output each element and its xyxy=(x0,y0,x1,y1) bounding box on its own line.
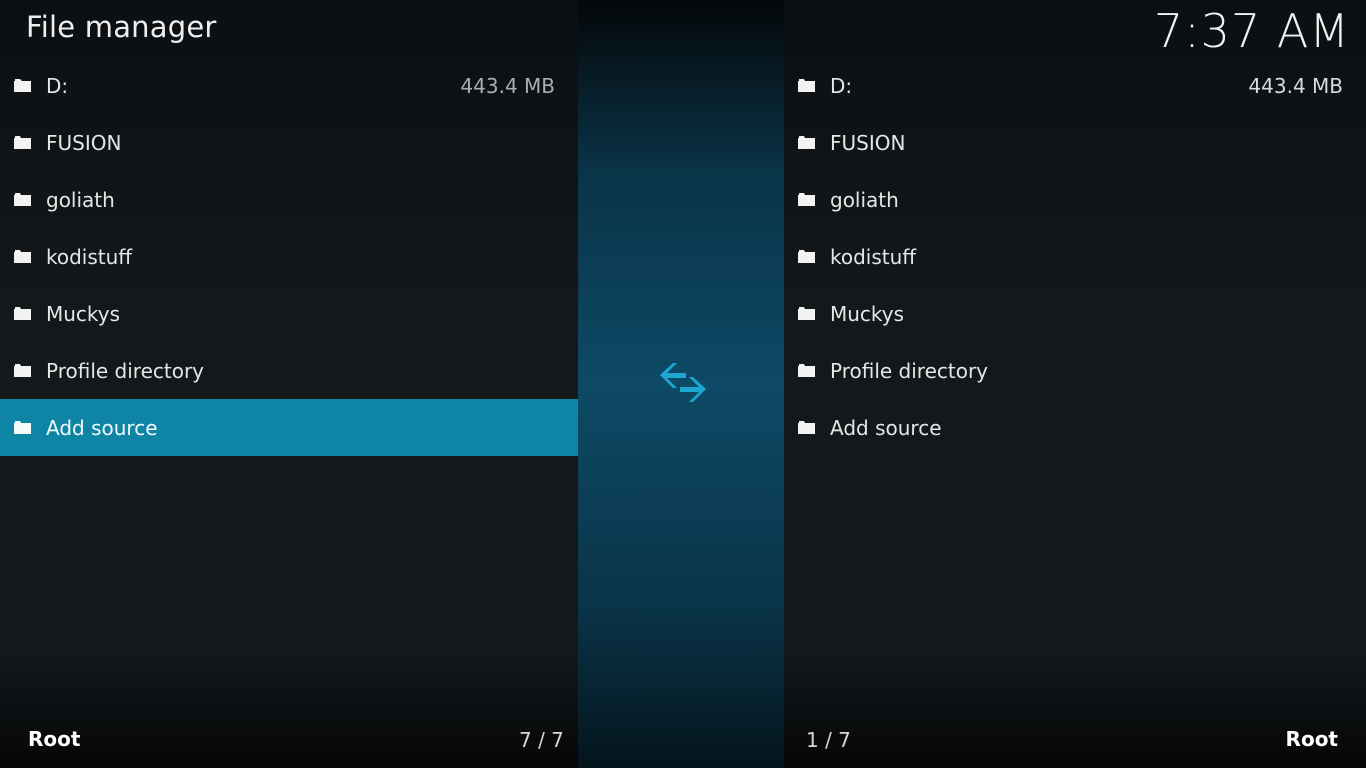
left-current-path: Root xyxy=(28,727,81,751)
right-list-item-muckys[interactable]: Muckys xyxy=(784,285,1366,342)
item-name: Add source xyxy=(46,415,158,440)
left-list-item-kodistuff[interactable]: kodistuff xyxy=(0,228,578,285)
clock: 7:37 AM xyxy=(1153,4,1350,58)
item-name: FUSION xyxy=(830,130,906,155)
right-current-path: Root xyxy=(1285,727,1338,751)
folder-icon xyxy=(798,307,815,320)
folder-icon xyxy=(798,193,815,206)
right-list-item-d[interactable]: D: 443.4 MB xyxy=(784,57,1366,114)
left-list-item-profile-directory[interactable]: Profile directory xyxy=(0,342,578,399)
folder-icon xyxy=(798,421,815,434)
folder-icon xyxy=(798,250,815,263)
item-name: FUSION xyxy=(46,130,122,155)
folder-icon xyxy=(14,193,31,206)
item-name: Muckys xyxy=(46,301,121,326)
item-name: Profile directory xyxy=(830,358,989,383)
left-list-item-muckys[interactable]: Muckys xyxy=(0,285,578,342)
item-name: D: xyxy=(46,73,69,98)
item-name: kodistuff xyxy=(830,244,917,269)
item-name: Muckys xyxy=(830,301,905,326)
left-list-item-goliath[interactable]: goliath xyxy=(0,171,578,228)
left-list-item-d[interactable]: D: 443.4 MB xyxy=(0,57,578,114)
page-title: File manager xyxy=(26,10,217,44)
item-name: goliath xyxy=(830,187,899,212)
folder-icon xyxy=(14,307,31,320)
right-list-item-add-source[interactable]: Add source xyxy=(784,399,1366,456)
left-list-item-add-source[interactable]: Add source xyxy=(0,399,578,456)
item-name: goliath xyxy=(46,187,115,212)
folder-icon xyxy=(14,364,31,377)
item-size: 443.4 MB xyxy=(460,73,555,98)
folder-icon xyxy=(798,136,815,149)
left-list-item-fusion[interactable]: FUSION xyxy=(0,114,578,171)
folder-icon xyxy=(798,364,815,377)
right-list-item-fusion[interactable]: FUSION xyxy=(784,114,1366,171)
swap-arrows-icon[interactable] xyxy=(658,362,708,406)
left-item-count: 7 / 7 xyxy=(519,728,564,752)
right-item-count: 1 / 7 xyxy=(806,728,851,752)
item-name: D: xyxy=(830,73,853,98)
folder-icon xyxy=(14,421,31,434)
item-name: Profile directory xyxy=(46,358,205,383)
item-name: Add source xyxy=(830,415,942,440)
folder-icon xyxy=(14,79,31,92)
right-list-item-kodistuff[interactable]: kodistuff xyxy=(784,228,1366,285)
folder-icon xyxy=(14,136,31,149)
folder-icon xyxy=(14,250,31,263)
folder-icon xyxy=(798,79,815,92)
item-size: 443.4 MB xyxy=(1248,73,1343,98)
right-list-item-goliath[interactable]: goliath xyxy=(784,171,1366,228)
right-file-list: D: 443.4 MB FUSION goliath kodistuff Muc… xyxy=(784,57,1366,456)
left-file-list: D: 443.4 MB FUSION goliath kodistuff Muc… xyxy=(0,57,578,456)
right-list-item-profile-directory[interactable]: Profile directory xyxy=(784,342,1366,399)
item-name: kodistuff xyxy=(46,244,133,269)
